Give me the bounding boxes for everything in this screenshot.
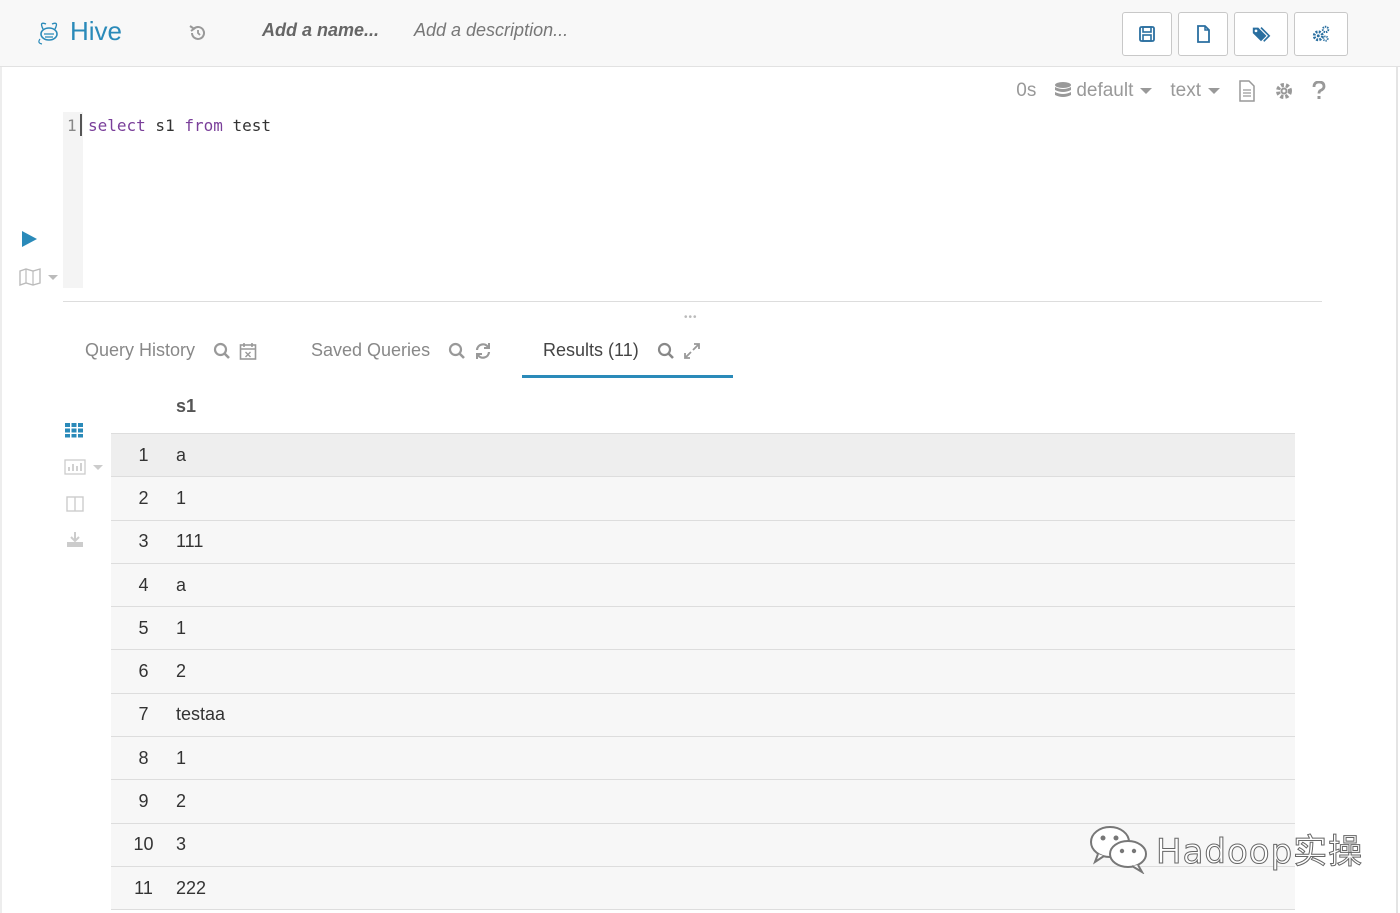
cell-value: 1 bbox=[176, 617, 187, 638]
chevron-down-icon bbox=[1140, 88, 1153, 94]
table-row[interactable]: 4a bbox=[111, 563, 1295, 608]
hive-bee-icon bbox=[38, 21, 58, 45]
table-row[interactable]: 62 bbox=[111, 650, 1295, 694]
tab-query-history[interactable]: Query History bbox=[85, 340, 257, 361]
database-icon bbox=[1055, 82, 1072, 97]
table-row[interactable]: 7 testaa bbox=[111, 693, 1295, 738]
app-name: Hive bbox=[70, 16, 123, 46]
database-name: default bbox=[1076, 80, 1134, 101]
table-row[interactable]: 3 111 bbox=[111, 520, 1295, 564]
text-cursor bbox=[80, 114, 82, 136]
cell-value: a bbox=[176, 444, 187, 465]
cell-value: 1 bbox=[176, 487, 187, 508]
columns-icon[interactable] bbox=[66, 496, 84, 512]
bar-chart-icon bbox=[64, 459, 86, 475]
tab-label: Results (11) bbox=[543, 340, 639, 360]
query-builder-dropdown[interactable] bbox=[19, 267, 59, 287]
cell-value: a bbox=[176, 574, 187, 595]
watermark: Hadoop实操 bbox=[1088, 822, 1363, 874]
row-number: 3 bbox=[138, 531, 149, 552]
history-icon[interactable] bbox=[186, 21, 210, 45]
right-frame-border bbox=[1396, 0, 1398, 913]
search-icon[interactable] bbox=[213, 342, 231, 360]
row-number: 5 bbox=[138, 617, 149, 638]
new-query-button[interactable] bbox=[1178, 12, 1228, 56]
expand-icon[interactable] bbox=[683, 342, 701, 360]
execute-play-icon[interactable] bbox=[22, 231, 37, 247]
tags-button[interactable] bbox=[1234, 12, 1288, 56]
row-number: 9 bbox=[138, 791, 149, 812]
search-icon[interactable] bbox=[448, 342, 466, 360]
gear-icon[interactable] bbox=[1274, 81, 1294, 101]
help-icon[interactable] bbox=[1312, 81, 1326, 101]
query-name-field[interactable]: Add a name... bbox=[262, 20, 379, 41]
cell-value: 111 bbox=[176, 531, 204, 552]
row-number: 4 bbox=[138, 574, 149, 595]
table-row[interactable]: 1a bbox=[111, 434, 1295, 478]
cell-value: 2 bbox=[176, 791, 187, 812]
snippet-toolbar: 0s default text bbox=[1016, 80, 1326, 102]
gears-icon bbox=[1312, 25, 1330, 42]
active-tab-indicator bbox=[522, 375, 733, 378]
line-number: 1 bbox=[67, 116, 77, 135]
row-number: 1 bbox=[138, 444, 149, 465]
tab-label: Query History bbox=[85, 340, 196, 360]
row-number: 10 bbox=[133, 834, 154, 855]
tags-icon bbox=[1252, 27, 1271, 42]
top-bar: Hive Add a name... Add a description... bbox=[0, 0, 1400, 67]
sql-keyword: select bbox=[88, 116, 146, 135]
editor-divider bbox=[63, 301, 1322, 302]
row-number: 2 bbox=[138, 487, 149, 508]
row-number: 6 bbox=[138, 661, 149, 682]
sql-keyword: from bbox=[184, 116, 223, 135]
left-frame-border bbox=[0, 0, 2, 913]
format-name: text bbox=[1170, 80, 1201, 101]
table-row[interactable]: 21 bbox=[111, 477, 1295, 521]
query-description-field[interactable]: Add a description... bbox=[414, 20, 568, 41]
sql-editor[interactable]: select s1 from test bbox=[88, 116, 271, 135]
sql-identifier: s1 bbox=[145, 116, 185, 135]
watermark-text: Hadoop实操 bbox=[1155, 831, 1364, 872]
sql-identifier: test bbox=[222, 116, 272, 135]
settings-button[interactable] bbox=[1294, 12, 1348, 56]
tab-saved-queries[interactable]: Saved Queries bbox=[311, 340, 492, 361]
cell-value: testaa bbox=[176, 704, 226, 725]
row-number: 7 bbox=[138, 704, 149, 725]
tab-label: Saved Queries bbox=[311, 340, 431, 360]
new-file-icon bbox=[1197, 25, 1210, 43]
row-number: 11 bbox=[134, 877, 153, 898]
calendar-clear-icon[interactable] bbox=[239, 342, 257, 360]
floppy-disk-icon bbox=[1139, 26, 1155, 42]
cell-value: 2 bbox=[176, 661, 187, 682]
cell-value: 1 bbox=[176, 747, 187, 768]
row-number: 8 bbox=[138, 747, 149, 768]
cell-value: 222 bbox=[176, 877, 207, 898]
format-selector[interactable]: text bbox=[1170, 80, 1220, 102]
table-row[interactable]: 51 bbox=[111, 607, 1295, 651]
chevron-down-icon bbox=[48, 274, 58, 280]
database-selector[interactable]: default bbox=[1054, 80, 1153, 102]
download-icon[interactable] bbox=[66, 531, 84, 549]
tab-results[interactable]: Results (11) bbox=[543, 340, 701, 361]
app-logo[interactable]: Hive bbox=[34, 16, 122, 47]
wechat-icon bbox=[1090, 826, 1147, 874]
resize-handle-icon[interactable]: ••• bbox=[684, 312, 698, 323]
grid-view-icon[interactable] bbox=[64, 422, 84, 438]
table-row[interactable]: 81 bbox=[111, 737, 1295, 781]
editor-gutter bbox=[63, 112, 83, 288]
save-button[interactable] bbox=[1122, 12, 1172, 56]
map-icon bbox=[19, 268, 41, 286]
refresh-icon[interactable] bbox=[474, 342, 492, 360]
chevron-down-icon bbox=[93, 464, 103, 470]
chevron-down-icon bbox=[1208, 88, 1220, 94]
execution-time: 0s bbox=[1016, 80, 1037, 101]
search-icon[interactable] bbox=[657, 342, 675, 360]
document-icon[interactable] bbox=[1238, 80, 1256, 102]
column-header[interactable]: s1 bbox=[176, 396, 196, 417]
table-row[interactable]: 92 bbox=[111, 780, 1295, 824]
cell-value: 3 bbox=[176, 834, 187, 855]
chart-view-dropdown[interactable] bbox=[64, 459, 103, 475]
